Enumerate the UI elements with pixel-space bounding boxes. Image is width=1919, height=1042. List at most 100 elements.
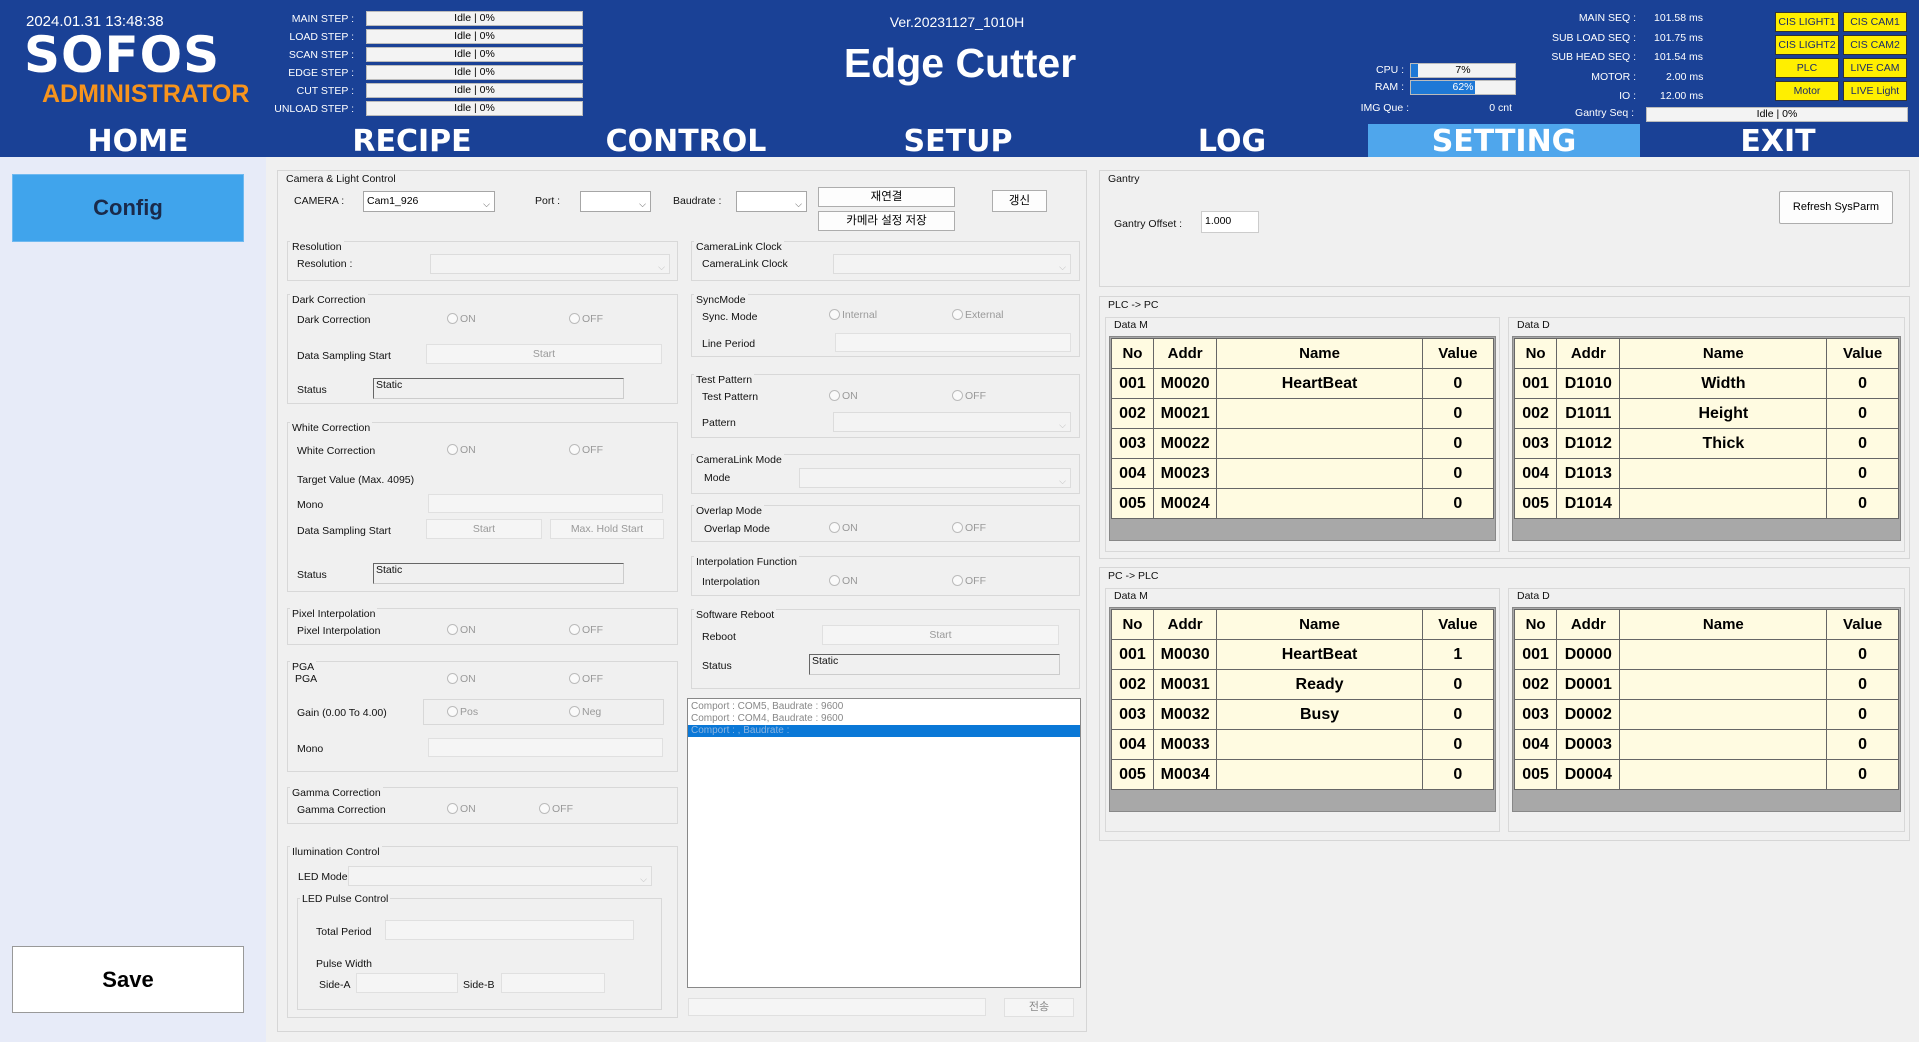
- table-cell[interactable]: [1619, 729, 1828, 760]
- table-row[interactable]: 002 D0001 0: [1513, 669, 1899, 700]
- table-cell[interactable]: [1619, 458, 1828, 489]
- send-button[interactable]: 전송: [1004, 998, 1074, 1017]
- table-cell[interactable]: 002: [1111, 398, 1154, 429]
- tab-log[interactable]: LOG: [1096, 124, 1368, 159]
- pga-pos-radio[interactable]: Pos: [447, 706, 478, 718]
- sync-external-radio[interactable]: External: [952, 309, 1004, 321]
- table-cell[interactable]: M0020: [1152, 368, 1218, 399]
- table-cell[interactable]: 002: [1513, 669, 1558, 700]
- table-cell[interactable]: 003: [1111, 428, 1154, 459]
- side-a-input[interactable]: [356, 973, 458, 993]
- camera-select[interactable]: Cam1_926 ⌵: [363, 191, 495, 212]
- pga-mono-input[interactable]: [428, 738, 663, 757]
- table-cell[interactable]: D1011: [1556, 398, 1621, 429]
- table-cell[interactable]: 0: [1421, 458, 1495, 489]
- table-cell[interactable]: M0034: [1152, 759, 1218, 790]
- table-cell[interactable]: 0: [1826, 639, 1899, 670]
- table-cell[interactable]: 003: [1513, 428, 1558, 459]
- table-cell[interactable]: 005: [1111, 488, 1154, 519]
- table-cell[interactable]: [1619, 639, 1828, 670]
- white-max-hold-start-button[interactable]: Max. Hold Start: [550, 519, 664, 539]
- table-cell[interactable]: D0000: [1556, 639, 1621, 670]
- table-cell[interactable]: [1216, 759, 1423, 790]
- table-row[interactable]: 005 M0024 0: [1111, 488, 1495, 519]
- led-mode-select[interactable]: ⌵: [348, 866, 652, 886]
- pga-off-radio[interactable]: OFF: [569, 673, 603, 685]
- table-row[interactable]: 003 M0022 0: [1111, 428, 1495, 459]
- line-period-input[interactable]: [835, 333, 1071, 352]
- table-cell[interactable]: Thick: [1619, 428, 1828, 459]
- table-cell[interactable]: 005: [1513, 759, 1558, 790]
- table-row[interactable]: 005 M0034 0: [1111, 759, 1495, 790]
- tab-exit[interactable]: EXIT: [1642, 124, 1914, 159]
- dark-sampling-start-button[interactable]: Start: [426, 344, 662, 364]
- table-row[interactable]: 003 D0002 0: [1513, 699, 1899, 730]
- table-cell[interactable]: 0: [1421, 699, 1495, 730]
- table-cell[interactable]: D1012: [1556, 428, 1621, 459]
- cameralink-clock-select[interactable]: ⌵: [833, 254, 1071, 274]
- table-cell[interactable]: [1619, 759, 1828, 790]
- table-row[interactable]: 004 D0003 0: [1513, 729, 1899, 760]
- config-button[interactable]: Config: [12, 174, 244, 242]
- table-cell[interactable]: Height: [1619, 398, 1828, 429]
- table-cell[interactable]: 0: [1421, 729, 1495, 760]
- table-cell[interactable]: 004: [1111, 458, 1154, 489]
- white-correction-on-radio[interactable]: ON: [447, 444, 476, 456]
- table-cell[interactable]: Width: [1619, 368, 1828, 399]
- table-cell[interactable]: 001: [1111, 368, 1154, 399]
- test-pattern-on-radio[interactable]: ON: [829, 390, 858, 402]
- tab-setting[interactable]: SETTING: [1368, 124, 1640, 159]
- table-cell[interactable]: 0: [1421, 488, 1495, 519]
- table-row[interactable]: 005 D0004 0: [1513, 759, 1899, 790]
- table-cell[interactable]: 0: [1826, 699, 1899, 730]
- overlap-on-radio[interactable]: ON: [829, 522, 858, 534]
- interpolation-on-radio[interactable]: ON: [829, 575, 858, 587]
- pixel-interpolation-off-radio[interactable]: OFF: [569, 624, 603, 636]
- table-row[interactable]: 004 M0033 0: [1111, 729, 1495, 760]
- send-input[interactable]: [688, 998, 986, 1016]
- cis-light2-status[interactable]: CIS LIGHT2: [1775, 35, 1839, 55]
- table-cell[interactable]: 0: [1826, 458, 1899, 489]
- refresh-sysparm-button[interactable]: Refresh SysParm: [1779, 191, 1893, 224]
- tab-recipe[interactable]: RECIPE: [276, 124, 548, 159]
- table-cell[interactable]: 004: [1513, 458, 1558, 489]
- table-cell[interactable]: M0022: [1152, 428, 1218, 459]
- table-cell[interactable]: M0024: [1152, 488, 1218, 519]
- table-cell[interactable]: 003: [1513, 699, 1558, 730]
- table-cell[interactable]: 0: [1826, 368, 1899, 399]
- white-correction-off-radio[interactable]: OFF: [569, 444, 603, 456]
- table-cell[interactable]: 005: [1513, 488, 1558, 519]
- table-cell[interactable]: 004: [1513, 729, 1558, 760]
- tab-setup[interactable]: SETUP: [822, 124, 1094, 159]
- table-cell[interactable]: D0004: [1556, 759, 1621, 790]
- sync-internal-radio[interactable]: Internal: [829, 309, 877, 321]
- table-cell[interactable]: [1216, 458, 1423, 489]
- table-cell[interactable]: 0: [1826, 729, 1899, 760]
- table-cell[interactable]: 0: [1826, 669, 1899, 700]
- total-period-input[interactable]: [385, 920, 634, 940]
- reboot-start-button[interactable]: Start: [822, 625, 1059, 645]
- table-cell[interactable]: 0: [1826, 398, 1899, 429]
- dark-correction-off-radio[interactable]: OFF: [569, 313, 603, 325]
- overlap-off-radio[interactable]: OFF: [952, 522, 986, 534]
- table-cell[interactable]: [1619, 669, 1828, 700]
- live-light-status[interactable]: LIVE Light: [1843, 81, 1907, 101]
- table-cell[interactable]: D0003: [1556, 729, 1621, 760]
- table-cell[interactable]: 0: [1421, 428, 1495, 459]
- table-cell[interactable]: 001: [1111, 639, 1154, 670]
- table-cell[interactable]: 1: [1421, 639, 1495, 670]
- table-cell[interactable]: 004: [1111, 729, 1154, 760]
- table-cell[interactable]: 001: [1513, 639, 1558, 670]
- table-cell[interactable]: 0: [1421, 669, 1495, 700]
- table-cell[interactable]: D0002: [1556, 699, 1621, 730]
- refresh-button[interactable]: 갱신: [992, 190, 1047, 212]
- table-cell[interactable]: 005: [1111, 759, 1154, 790]
- live-cam-status[interactable]: LIVE CAM: [1843, 58, 1907, 78]
- baudrate-select[interactable]: ⌵: [736, 191, 807, 212]
- dark-correction-on-radio[interactable]: ON: [447, 313, 476, 325]
- table-cell[interactable]: M0023: [1152, 458, 1218, 489]
- motor-status[interactable]: Motor: [1775, 81, 1839, 101]
- gantry-offset-input[interactable]: 1.000: [1201, 211, 1259, 233]
- pattern-select[interactable]: ⌵: [833, 412, 1071, 432]
- table-row[interactable]: 001 M0030 HeartBeat 1: [1111, 639, 1495, 670]
